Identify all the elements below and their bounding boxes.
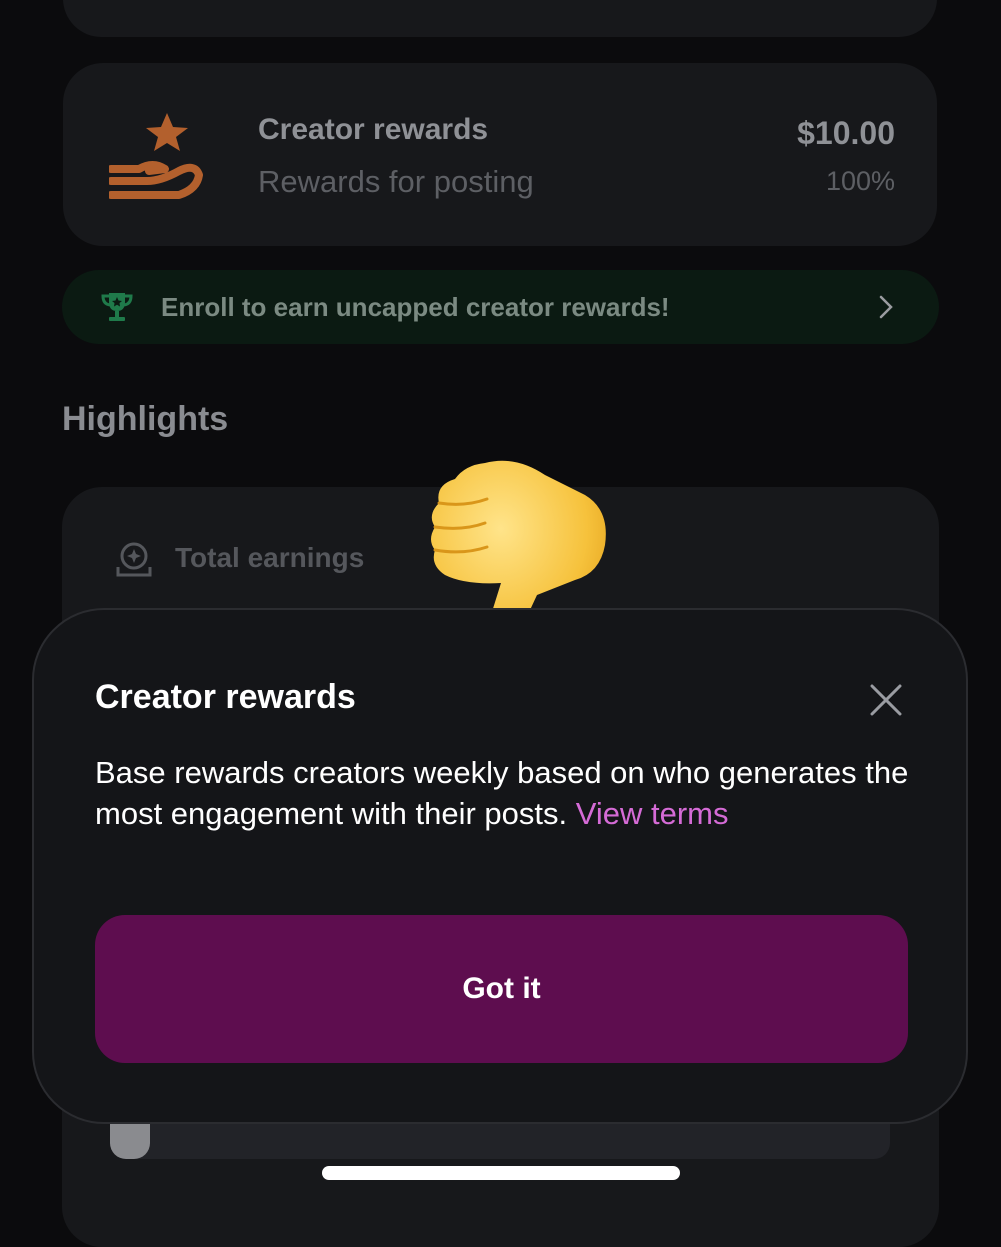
modal-title: Creator rewards — [95, 678, 356, 716]
hand-star-icon — [109, 113, 203, 199]
chevron-right-icon — [879, 295, 893, 319]
view-terms-link[interactable]: View terms — [576, 796, 729, 831]
enroll-text: Enroll to earn uncapped creator rewards! — [161, 292, 670, 322]
previous-card — [63, 0, 937, 37]
modal-body-text: Base rewards creators weekly based on wh… — [95, 755, 909, 831]
reward-title: Creator rewards — [258, 113, 489, 146]
highlights-heading: Highlights — [62, 400, 229, 438]
modal-body: Base rewards creators weekly based on wh… — [95, 752, 915, 834]
close-icon[interactable] — [868, 682, 904, 718]
trophy-icon — [101, 293, 133, 321]
reward-amount: $10.00 — [797, 115, 895, 151]
enroll-banner[interactable]: Enroll to earn uncapped creator rewards! — [62, 270, 939, 344]
total-earnings-label: Total earnings — [175, 542, 365, 573]
home-indicator[interactable] — [322, 1166, 680, 1180]
reward-subtitle: Rewards for posting — [258, 164, 534, 199]
earnings-icon — [116, 542, 152, 577]
got-it-button[interactable]: Got it — [95, 915, 908, 1063]
reward-percent: 100% — [825, 166, 895, 196]
creator-rewards-modal: Creator rewards Base rewards creators we… — [32, 608, 968, 1124]
creator-rewards-card[interactable]: Creator rewards Rewards for posting $10.… — [63, 63, 937, 246]
